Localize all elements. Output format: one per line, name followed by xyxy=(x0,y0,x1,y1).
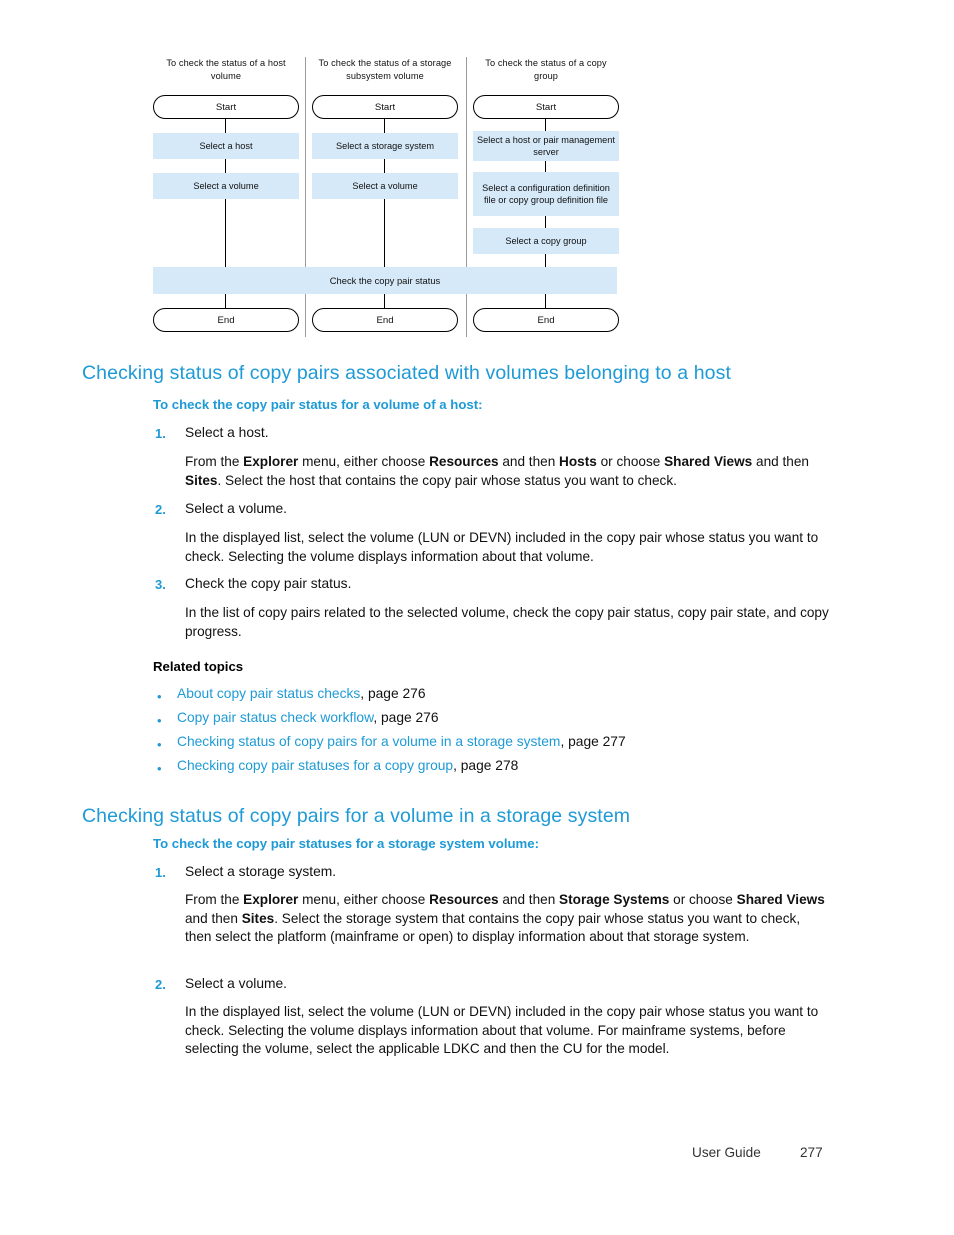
flow-node-start: Start xyxy=(153,95,299,119)
related-topic-link-3[interactable]: Checking status of copy pairs for a volu… xyxy=(177,734,626,749)
page-reference: , page 277 xyxy=(560,734,626,749)
link-text[interactable]: About copy pair status checks xyxy=(177,686,360,701)
flow-connector xyxy=(225,199,227,267)
column-divider-2 xyxy=(466,57,467,337)
step-number: 3. xyxy=(155,577,166,592)
flow-column-caption: To check the status of a storage subsyst… xyxy=(318,58,452,81)
step-body: From the Explorer menu, either choose Re… xyxy=(185,892,825,945)
flow-node-end: End xyxy=(312,308,458,332)
flow-connector xyxy=(545,119,547,131)
flow-connector xyxy=(384,199,386,267)
related-topic-link-1[interactable]: About copy pair status checks, page 276 xyxy=(177,686,426,701)
link-text[interactable]: Copy pair status check workflow xyxy=(177,710,373,725)
flow-connector xyxy=(384,119,386,133)
flow-connector xyxy=(225,119,227,133)
flow-node-end: End xyxy=(473,308,619,332)
column-divider-1 xyxy=(305,57,306,337)
section-2-heading: Checking status of copy pairs for a volu… xyxy=(82,805,631,827)
section-2-subheading: To check the copy pair statuses for a st… xyxy=(153,836,539,851)
related-topic-link-4[interactable]: Checking copy pair statuses for a copy g… xyxy=(177,758,518,773)
flow-column-storage-subsystem-volume: To check the status of a storage subsyst… xyxy=(312,57,458,337)
flow-column-copy-group: To check the status of a copy group Star… xyxy=(473,57,619,337)
flow-node-end: End xyxy=(153,308,299,332)
list-bullet: • xyxy=(157,737,162,752)
flow-node-step-3: Select a copy group xyxy=(473,228,619,254)
footer-page-number: 277 xyxy=(800,1145,823,1160)
step-body: In the displayed list, select the volume… xyxy=(185,530,819,564)
flow-node-step-2: Select a configuration definition file o… xyxy=(473,172,619,216)
copy-pair-status-workflow-diagram: To check the status of a host volume Sta… xyxy=(153,57,619,337)
link-text[interactable]: Checking status of copy pairs for a volu… xyxy=(177,734,560,749)
step-body: From the Explorer menu, either choose Re… xyxy=(185,454,809,488)
flow-connector xyxy=(545,216,547,228)
step-body: In the displayed list, select the volume… xyxy=(185,1004,819,1057)
step-title: Select a volume. xyxy=(185,501,287,516)
list-bullet: • xyxy=(157,761,162,776)
flow-node-start: Start xyxy=(473,95,619,119)
step-title: Check the copy pair status. xyxy=(185,576,352,591)
related-topic-link-2[interactable]: Copy pair status check workflow, page 27… xyxy=(177,710,439,725)
flow-connector xyxy=(225,159,227,173)
step-title: Select a volume. xyxy=(185,976,287,991)
flow-column-caption: To check the status of a host volume xyxy=(166,58,286,81)
flow-node-step-2: Select a volume xyxy=(153,173,299,199)
flow-node-step-2: Select a volume xyxy=(312,173,458,199)
flow-column-host-volume: To check the status of a host volume Sta… xyxy=(153,57,299,337)
step-body: In the list of copy pairs related to the… xyxy=(185,605,829,639)
flow-connector xyxy=(545,161,547,172)
list-bullet: • xyxy=(157,689,162,704)
page-reference: , page 276 xyxy=(360,686,426,701)
section-1-subheading: To check the copy pair status for a volu… xyxy=(153,397,483,412)
flow-connector xyxy=(225,294,227,308)
flow-node-shared-check-copy-pair-status: Check the copy pair status xyxy=(153,267,617,294)
flow-connector xyxy=(545,254,547,267)
step-title: Select a storage system. xyxy=(185,864,337,879)
related-topics-heading: Related topics xyxy=(153,659,244,674)
section-1-heading: Checking status of copy pairs associated… xyxy=(82,362,731,384)
footer-document-title: User Guide xyxy=(692,1145,761,1160)
step-number: 1. xyxy=(155,865,166,880)
step-number: 2. xyxy=(155,977,166,992)
flow-column-caption: To check the status of a copy group xyxy=(485,58,607,81)
step-number: 1. xyxy=(155,426,166,441)
flow-connector xyxy=(545,294,547,308)
page-reference: , page 278 xyxy=(453,758,519,773)
list-bullet: • xyxy=(157,713,162,728)
flow-node-start: Start xyxy=(312,95,458,119)
flow-node-step-1: Select a host or pair management server xyxy=(473,131,619,161)
link-text[interactable]: Checking copy pair statuses for a copy g… xyxy=(177,758,453,773)
page-reference: , page 276 xyxy=(373,710,439,725)
step-title: Select a host. xyxy=(185,425,269,440)
flow-connector xyxy=(384,294,386,308)
flow-node-step-1: Select a host xyxy=(153,133,299,159)
flow-connector xyxy=(384,159,386,173)
step-number: 2. xyxy=(155,502,166,517)
flow-node-step-1: Select a storage system xyxy=(312,133,458,159)
